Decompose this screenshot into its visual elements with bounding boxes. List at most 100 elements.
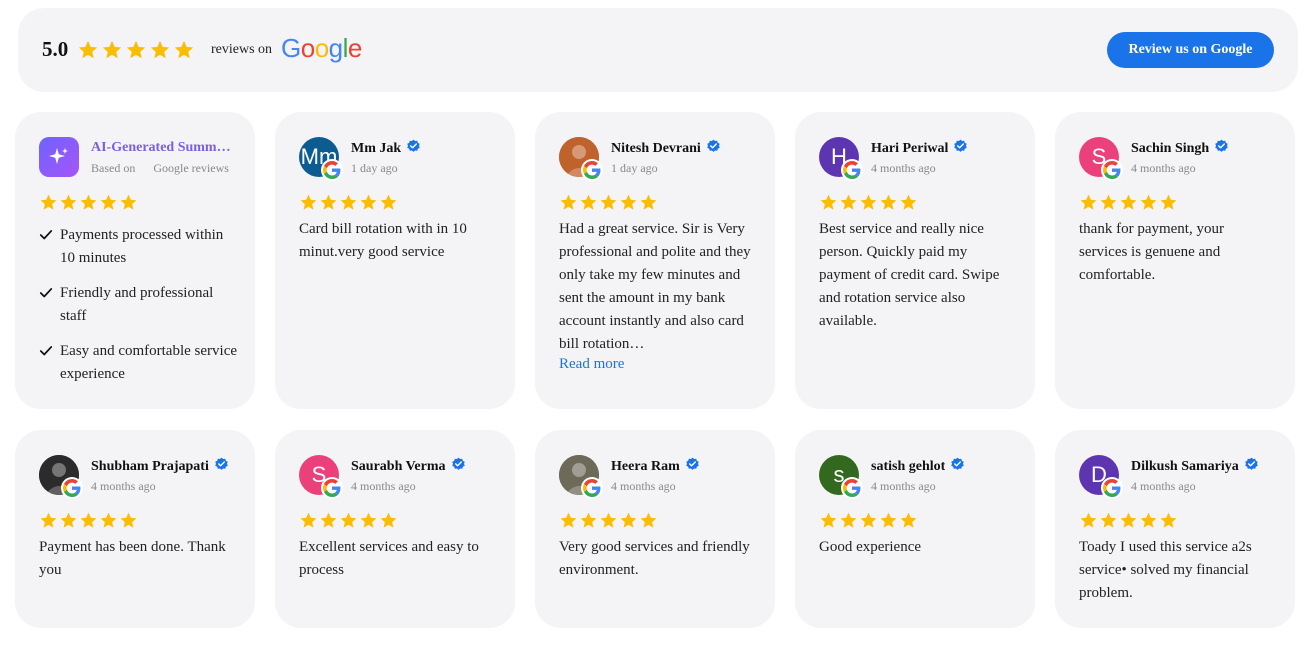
reviewer-name: Sachin Singh	[1131, 141, 1210, 156]
review-stars	[299, 511, 398, 535]
star-icon	[379, 511, 398, 535]
google-g-icon	[61, 477, 83, 499]
verified-badge-icon	[1244, 457, 1259, 477]
check-icon	[39, 285, 53, 308]
star-icon	[173, 39, 195, 66]
review-text: Card bill rotation with in 10 minut.very…	[299, 221, 467, 260]
star-icon	[379, 193, 398, 217]
star-icon	[899, 511, 918, 535]
review-stars	[1079, 193, 1178, 217]
read-more-link[interactable]: Read more	[559, 356, 624, 373]
review-text: Very good services and friendly environm…	[559, 539, 750, 578]
star-icon	[299, 511, 318, 535]
review-stars	[39, 511, 138, 535]
reviewer-name-row: Hari Periwal	[871, 139, 968, 159]
star-icon	[149, 39, 171, 66]
google-g-icon	[581, 477, 603, 499]
review-date: 4 months ago	[91, 479, 156, 493]
reviewer-name: Dilkush Samariya	[1131, 459, 1239, 474]
star-icon	[125, 39, 147, 66]
star-icon	[79, 511, 98, 535]
star-icon	[79, 193, 98, 217]
google-g-icon	[321, 477, 343, 499]
summary-point: Friendly and professional staff	[39, 282, 239, 328]
summary-point: Easy and comfortable service experience	[39, 340, 239, 386]
star-icon	[1079, 193, 1098, 217]
reviewer-name: Heera Ram	[611, 459, 680, 474]
star-icon	[819, 511, 838, 535]
review-card: Mm Mm Jak 1 day ago Card bill rotation w…	[275, 112, 515, 409]
star-icon	[1159, 511, 1178, 535]
reviews-header: 5.0 reviews on Google Review us on Googl…	[18, 8, 1298, 92]
verified-badge-icon	[214, 457, 229, 477]
star-icon	[619, 193, 638, 217]
reviewer-name: Saurabh Verma	[351, 459, 446, 474]
overall-rating: 5.0	[42, 37, 69, 61]
star-icon	[299, 193, 318, 217]
summary-stars	[39, 193, 138, 217]
reviewer-name-row: Shubham Prajapati	[91, 457, 229, 477]
google-g-icon	[1101, 477, 1123, 499]
review-date: 4 months ago	[351, 479, 416, 493]
star-icon	[839, 193, 858, 217]
review-date: 1 day ago	[351, 161, 398, 175]
reviewer-name-row: Nitesh Devrani	[611, 139, 721, 159]
ai-summary-title: AI-Generated Summary	[91, 140, 236, 155]
review-text: Best service and really nice person. Qui…	[819, 221, 1000, 329]
google-g-icon	[1101, 159, 1123, 181]
verified-badge-icon	[706, 139, 721, 159]
ai-summary-card: AI-Generated Summary Based on Google rev…	[15, 112, 255, 409]
summary-point: Payments processed within 10 minutes	[39, 224, 239, 270]
summary-points: Payments processed within 10 minutes Frie…	[39, 224, 239, 398]
star-icon	[579, 193, 598, 217]
check-icon	[39, 227, 53, 250]
review-date: 4 months ago	[1131, 161, 1196, 175]
star-icon	[1099, 193, 1118, 217]
review-stars	[559, 511, 658, 535]
reviewer-name-row: Saurabh Verma	[351, 457, 466, 477]
reviewer-name-row: Sachin Singh	[1131, 139, 1229, 159]
star-icon	[99, 193, 118, 217]
summary-point-text: Payments processed within 10 minutes	[60, 227, 224, 266]
summary-point-text: Easy and comfortable service experience	[60, 343, 238, 382]
summary-point-text: Friendly and professional staff	[60, 285, 214, 324]
reviewer-name: satish gehlot	[871, 459, 946, 474]
star-icon	[1099, 511, 1118, 535]
reviewer-name-row: Mm Jak	[351, 139, 421, 159]
star-icon	[1139, 511, 1158, 535]
verified-badge-icon	[953, 139, 968, 159]
google-g-icon	[841, 477, 863, 499]
reviewer-name: Hari Periwal	[871, 141, 949, 156]
google-logo: Google	[281, 33, 362, 63]
review-text: Had a great service. Sir is Very profess…	[559, 221, 751, 352]
reviews-on-label: reviews on	[211, 42, 273, 57]
star-icon	[119, 511, 138, 535]
star-icon	[879, 511, 898, 535]
review-card: D Dilkush Samariya 4 months ago Toady I …	[1055, 430, 1295, 628]
star-icon	[1119, 511, 1138, 535]
star-icon	[879, 193, 898, 217]
star-icon	[119, 193, 138, 217]
review-card: S Sachin Singh 4 months ago thank for pa…	[1055, 112, 1295, 409]
star-icon	[819, 193, 838, 217]
review-card: s satish gehlot 4 months ago Good experi…	[795, 430, 1035, 628]
reviewer-name: Nitesh Devrani	[611, 141, 701, 156]
star-icon	[619, 511, 638, 535]
reviewer-name: Shubham Prajapati	[91, 459, 209, 474]
star-icon	[639, 193, 658, 217]
star-icon	[899, 193, 918, 217]
review-card: Shubham Prajapati 4 months ago Payment h…	[15, 430, 255, 628]
star-icon	[1119, 193, 1138, 217]
review-us-button[interactable]: Review us on Google	[1107, 32, 1274, 68]
google-g-icon	[321, 159, 343, 181]
review-date: 4 months ago	[871, 161, 936, 175]
google-g-icon	[841, 159, 863, 181]
review-card: H Hari Periwal 4 months ago Best service…	[795, 112, 1035, 409]
review-card: Nitesh Devrani 1 day ago Had a great ser…	[535, 112, 775, 409]
reviewer-name: Mm Jak	[351, 141, 402, 156]
review-stars	[1079, 511, 1178, 535]
ai-summary-source: Based on Google reviews	[91, 161, 229, 176]
star-icon	[359, 511, 378, 535]
star-icon	[59, 511, 78, 535]
star-icon	[339, 193, 358, 217]
